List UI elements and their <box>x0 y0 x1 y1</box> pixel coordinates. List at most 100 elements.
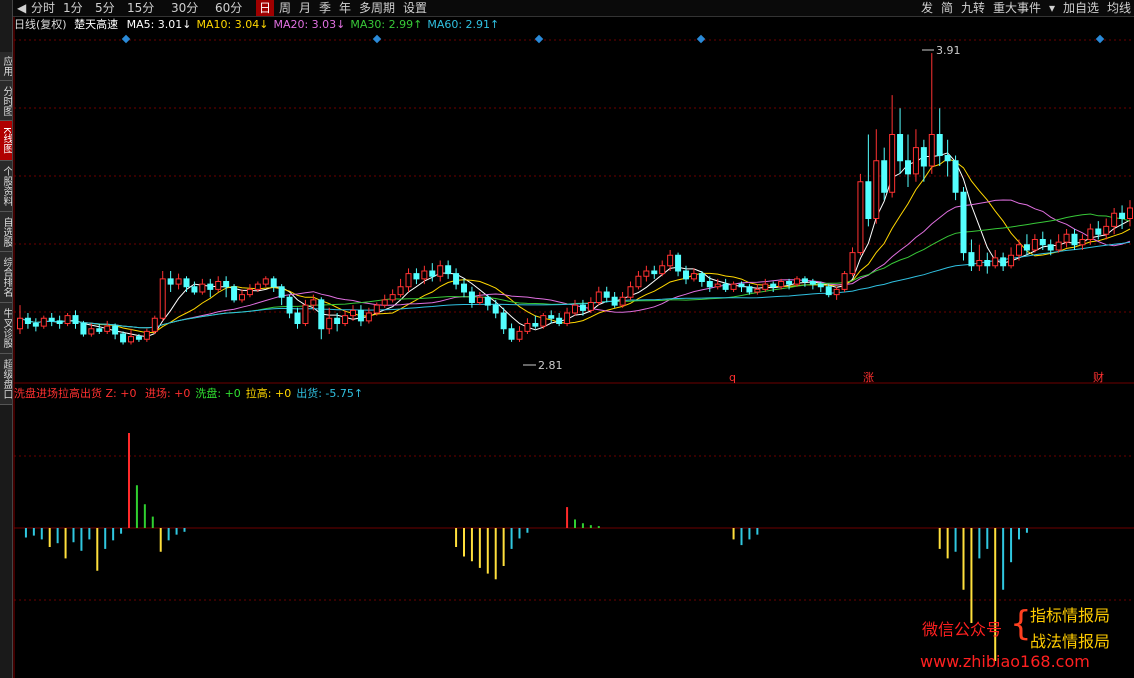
candle-body <box>128 336 134 343</box>
toolbar-right-2[interactable]: 九转 <box>958 0 988 16</box>
candle-body <box>603 291 610 298</box>
candle-body <box>175 278 182 285</box>
sidebar-tab-2[interactable]: K线图 <box>0 121 12 161</box>
period-tab-4[interactable]: 30分 <box>168 0 201 16</box>
candle-body <box>461 283 467 293</box>
indicator-bar <box>56 528 59 544</box>
ma-legend-2: MA20: 3.03↓ <box>273 18 346 31</box>
candle-body <box>881 160 888 193</box>
candle-body <box>246 288 253 296</box>
candle-body <box>56 320 63 324</box>
indicator-bar <box>494 528 497 580</box>
indicator-bar <box>510 528 513 549</box>
candle-body <box>64 315 71 324</box>
candle-body <box>104 325 111 332</box>
dropdown-arrow-icon[interactable]: ▾ <box>1046 0 1058 16</box>
indicator-bar <box>978 528 981 559</box>
candle-body <box>223 281 230 288</box>
period-tab-5[interactable]: 60分 <box>212 0 245 16</box>
ma-legend-1: MA10: 3.04↓ <box>196 18 269 31</box>
indicator-bar <box>962 528 965 590</box>
indicator-bar <box>748 528 751 540</box>
candle-body <box>389 294 396 301</box>
candle-body <box>841 273 848 290</box>
indicator-bar <box>470 528 473 562</box>
high-label: 3.91 <box>936 44 961 57</box>
event-diamond-icon-2 <box>534 34 544 44</box>
indicator-bar <box>526 528 529 533</box>
candle-body <box>683 270 689 280</box>
indicator-bar <box>574 519 576 528</box>
candle-body <box>40 317 47 327</box>
candle-body <box>334 317 341 324</box>
indicator-bar <box>455 528 458 547</box>
indicator-bar <box>151 516 154 528</box>
period-tab-0[interactable]: 分时 <box>28 0 58 16</box>
sidebar-tab-3[interactable]: 个股资料 <box>0 161 12 212</box>
indicator-bar <box>143 504 146 528</box>
toolbar-right-0[interactable]: 发 <box>918 0 936 16</box>
candle-body <box>952 160 959 193</box>
candle-body <box>167 278 174 285</box>
candle-body <box>833 288 840 296</box>
period-tab-10[interactable]: 年 <box>336 0 354 16</box>
indicator-bar <box>938 528 941 549</box>
candle-body <box>690 273 697 280</box>
sidebar-tab-6[interactable]: 牛叉诊股 <box>0 303 12 354</box>
sidebar-tab-5[interactable]: 综合排名 <box>0 252 12 303</box>
candle-body <box>445 265 452 275</box>
period-tab-8[interactable]: 月 <box>296 0 314 16</box>
period-tab-2[interactable]: 5分 <box>92 0 118 16</box>
candle-body <box>80 323 87 335</box>
period-tab-6[interactable]: 日 <box>256 0 275 16</box>
period-toolbar: ◀ 分时 1分 5分 15分 30分 60分日周月季年多周期 设置 发简九转 重大事件 ▾ 加自选 均线 <box>0 0 1134 17</box>
candle-body <box>421 270 428 280</box>
indicator-bar <box>1025 528 1028 533</box>
period-tab-9[interactable]: 季 <box>316 0 334 16</box>
candle-body <box>357 309 364 322</box>
indicator-bar <box>486 528 489 574</box>
period-tab-11[interactable]: 多周期 <box>356 0 398 16</box>
stock-name: 楚天高速 <box>74 18 119 31</box>
candle-body <box>508 328 515 340</box>
indicator-bar <box>946 528 949 559</box>
sidebar-tab-1[interactable]: 分时图 <box>0 81 12 121</box>
candle-body <box>48 317 55 322</box>
candle-body <box>912 147 919 175</box>
brace: { <box>1010 604 1032 644</box>
toolbar-right-1[interactable]: 简 <box>938 0 956 16</box>
candle-body <box>1023 244 1030 251</box>
sidebar-tab-0[interactable]: 应用 <box>0 52 12 81</box>
candle-body <box>492 304 499 314</box>
ma-legend-4: MA60: 2.91↑ <box>427 18 500 31</box>
low-label: 2.81 <box>538 359 563 372</box>
toolbar-right-3[interactable]: 重大事件 <box>990 0 1044 16</box>
kline-chart[interactable]: 3.91 2.81 q 涨 财 <box>0 0 1134 678</box>
indicator-bar <box>128 433 130 528</box>
candle-body <box>865 181 872 219</box>
candle-body <box>135 336 142 340</box>
period-tab-3[interactable]: 15分 <box>124 0 157 16</box>
candle-body <box>746 286 753 293</box>
chart-annotations: 3.91 2.81 q 涨 财 <box>121 34 1105 384</box>
candle-body <box>120 333 127 343</box>
candle-body <box>429 270 436 277</box>
candle-body <box>88 328 95 335</box>
period-tab-1[interactable]: 1分 <box>60 0 86 16</box>
period-tab-7[interactable]: 周 <box>276 0 294 16</box>
candle-body <box>270 278 277 288</box>
back-arrow-icon[interactable]: ◀ <box>14 0 29 16</box>
toolbar-right-4[interactable]: 加自选 <box>1060 0 1102 16</box>
sidebar-tab-7[interactable]: 超级盘口 <box>0 354 12 405</box>
candle-body <box>1103 225 1110 235</box>
sidebar-tab-4[interactable]: 自选股 <box>0 212 12 252</box>
candle-body <box>476 296 483 303</box>
period-tab-12[interactable]: 设置 <box>400 0 430 16</box>
candlesticks <box>17 53 1133 345</box>
indicator-bars <box>24 433 1028 661</box>
candle-body <box>976 260 983 267</box>
indicator-legend-3: 出货: -5.75↑ <box>296 387 364 400</box>
candle-body <box>1087 228 1094 240</box>
indicator-bar <box>986 528 989 549</box>
toolbar-right-5[interactable]: 均线 <box>1104 0 1134 16</box>
